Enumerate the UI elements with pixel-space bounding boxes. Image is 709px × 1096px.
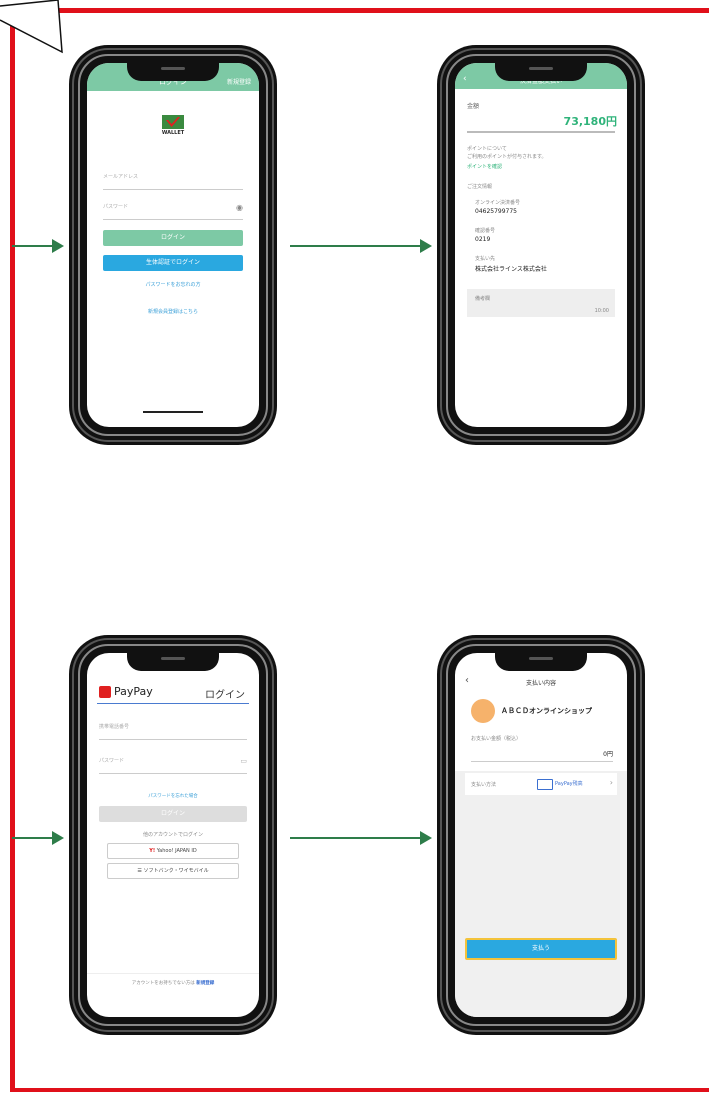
new-member-link[interactable]: 新規会員登録はこちら xyxy=(87,308,259,315)
note-label: 備考欄 xyxy=(475,296,491,302)
points-label: ポイントについて xyxy=(467,146,507,152)
home-indicator xyxy=(143,411,203,413)
yahoo-label: Yahoo! JAPAN ID xyxy=(156,848,197,854)
eye-icon[interactable]: ▭ xyxy=(240,757,247,765)
callout-pointer xyxy=(0,0,63,54)
paypay-brand: PayPay xyxy=(114,685,153,698)
order-section-label: ご注文情報 xyxy=(467,184,493,190)
pay-button[interactable]: 支払う xyxy=(465,938,617,960)
forgot-password-link[interactable]: パスワードをお忘れの方 xyxy=(87,281,259,288)
login-button[interactable]: ログイン xyxy=(99,806,247,822)
logo-text: WALLET xyxy=(161,130,185,136)
phone-notch xyxy=(127,63,219,81)
phone-screen: ログイン 新規登録 WALLET メールアドレス パスワード ◉ ログイン 生体… xyxy=(87,63,259,427)
method-value: PayPay残高 xyxy=(555,781,583,787)
softbank-icon: ☰ xyxy=(137,868,142,874)
title-underline xyxy=(97,703,249,704)
amount-underline xyxy=(471,761,613,762)
wallet-logo: WALLET xyxy=(158,115,188,139)
company-label: 支払い先 xyxy=(475,256,496,262)
confirm-code-label: 確認番号 xyxy=(475,228,496,234)
phone-screen: PayPay ログイン 携帯電話番号 パスワード ▭ パスワードを忘れた場合 ロ… xyxy=(87,653,259,1017)
phone-wallet-login: ログイン 新規登録 WALLET メールアドレス パスワード ◉ ログイン 生体… xyxy=(74,50,272,440)
flow-arrow-1 xyxy=(12,239,64,253)
phone-notch xyxy=(495,63,587,81)
red-frame-top xyxy=(50,8,709,13)
payment-method-row[interactable]: 支払い方法 PayPay残高 › xyxy=(465,773,617,795)
red-frame-left xyxy=(10,26,15,1092)
points-desc: ご利用のポイントが付与されます。 xyxy=(467,154,547,160)
password-field[interactable]: パスワード ◉ xyxy=(103,203,243,220)
flow-arrow-4 xyxy=(290,831,432,845)
shop-icon xyxy=(471,699,495,723)
amount-value: 0円 xyxy=(603,751,613,758)
footer-divider xyxy=(87,973,259,974)
company-value: 株式会社ラインス株式会社 xyxy=(475,266,547,273)
phone-screen: ‹ 決済金額支払い 金額 73,180円 ポイントについて ご利用のポイントが付… xyxy=(455,63,627,427)
password-placeholder: パスワード xyxy=(99,758,125,764)
amount-value: 73,180円 xyxy=(563,115,617,128)
note-box: 備考欄 10:00 xyxy=(467,289,615,317)
method-label: 支払い方法 xyxy=(471,782,497,788)
points-link[interactable]: ポイントを確認 xyxy=(467,163,502,170)
note-value: 10:00 xyxy=(594,308,609,314)
shop-name: ＡＢＣＤオンラインショップ xyxy=(501,707,592,715)
password-field[interactable]: パスワード ▭ xyxy=(99,757,247,774)
eye-icon[interactable]: ◉ xyxy=(236,203,243,212)
flow-arrow-2 xyxy=(290,239,432,253)
softbank-label: ソフトバンク・ワイモバイル xyxy=(143,868,209,874)
phone-payment-confirm: ‹ 決済金額支払い 金額 73,180円 ポイントについて ご利用のポイントが付… xyxy=(442,50,640,440)
paypay-logo-icon xyxy=(99,686,111,698)
flow-arrow-3 xyxy=(12,831,64,845)
phone-screen: ‹ 支払い内容 ＡＢＣＤオンラインショップ お支払い金額（税込） 0円 支払い方… xyxy=(455,653,627,1017)
phone-notch xyxy=(495,653,587,671)
register-link[interactable]: 新規登録 xyxy=(227,77,251,86)
page-title: ログイン xyxy=(205,690,245,701)
confirm-code-value: 0219 xyxy=(475,236,491,243)
phone-notch xyxy=(127,653,219,671)
card-icon xyxy=(537,779,553,790)
phone-paypay-login: PayPay ログイン 携帯電話番号 パスワード ▭ パスワードを忘れた場合 ロ… xyxy=(74,640,272,1030)
phone-number-field[interactable]: 携帯電話番号 xyxy=(99,723,247,740)
amount-underline xyxy=(467,131,615,133)
password-placeholder: パスワード xyxy=(103,204,129,210)
forgot-password-link[interactable]: パスワードを忘れた場合 xyxy=(87,793,259,799)
phone-paypay-payment: ‹ 支払い内容 ＡＢＣＤオンラインショップ お支払い金額（税込） 0円 支払い方… xyxy=(442,640,640,1030)
red-frame-bottom xyxy=(10,1088,709,1092)
signup-link[interactable]: 新規登録 xyxy=(196,981,214,986)
content-background xyxy=(455,771,627,1017)
yahoo-icon: Y! xyxy=(149,848,156,854)
footer: アカウントをお持ちでない方は 新規登録 xyxy=(87,980,259,986)
softbank-login-button[interactable]: ☰ ソフトバンク・ワイモバイル xyxy=(107,863,239,879)
other-accounts-label: 他のアカウントでログイン xyxy=(142,832,203,838)
alt-login-button[interactable]: 生体認証でログイン xyxy=(103,255,243,271)
amount-label: 金額 xyxy=(467,103,480,110)
online-number-value: 04625799775 xyxy=(475,208,517,215)
chevron-right-icon: › xyxy=(609,778,613,787)
header-title: 支払い内容 xyxy=(525,680,556,687)
email-field[interactable]: メールアドレス xyxy=(103,173,243,190)
login-button[interactable]: ログイン xyxy=(103,230,243,246)
footer-text: アカウントをお持ちでない方は xyxy=(131,981,195,986)
yahoo-login-button[interactable]: Y! Yahoo! JAPAN ID xyxy=(107,843,239,859)
online-number-label: オンライン決済番号 xyxy=(475,200,521,206)
amount-label: お支払い金額（税込） xyxy=(471,736,522,742)
